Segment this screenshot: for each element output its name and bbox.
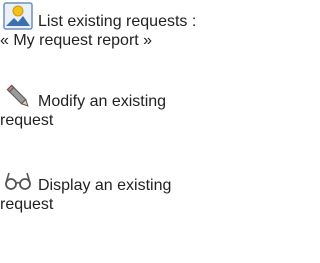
report-landscape-icon[interactable] — [2, 0, 34, 32]
glasses-icon[interactable] — [2, 164, 34, 196]
pencil-icon[interactable] — [2, 80, 34, 112]
display-request-action[interactable]: Display an existing request — [0, 164, 257, 215]
modify-request-label-continued: request — [0, 112, 54, 129]
modify-request-label: Modify an existing — [38, 93, 167, 110]
list-requests-label: List existing requests : — [38, 13, 197, 30]
list-requests-label-continued: « My request report » — [0, 32, 153, 49]
display-request-label: Display an existing — [38, 177, 172, 194]
display-request-label-continued: request — [0, 196, 54, 213]
list-requests-action[interactable]: List existing requests : « My request re… — [0, 0, 257, 51]
modify-request-action[interactable]: Modify an existing request — [0, 80, 257, 131]
